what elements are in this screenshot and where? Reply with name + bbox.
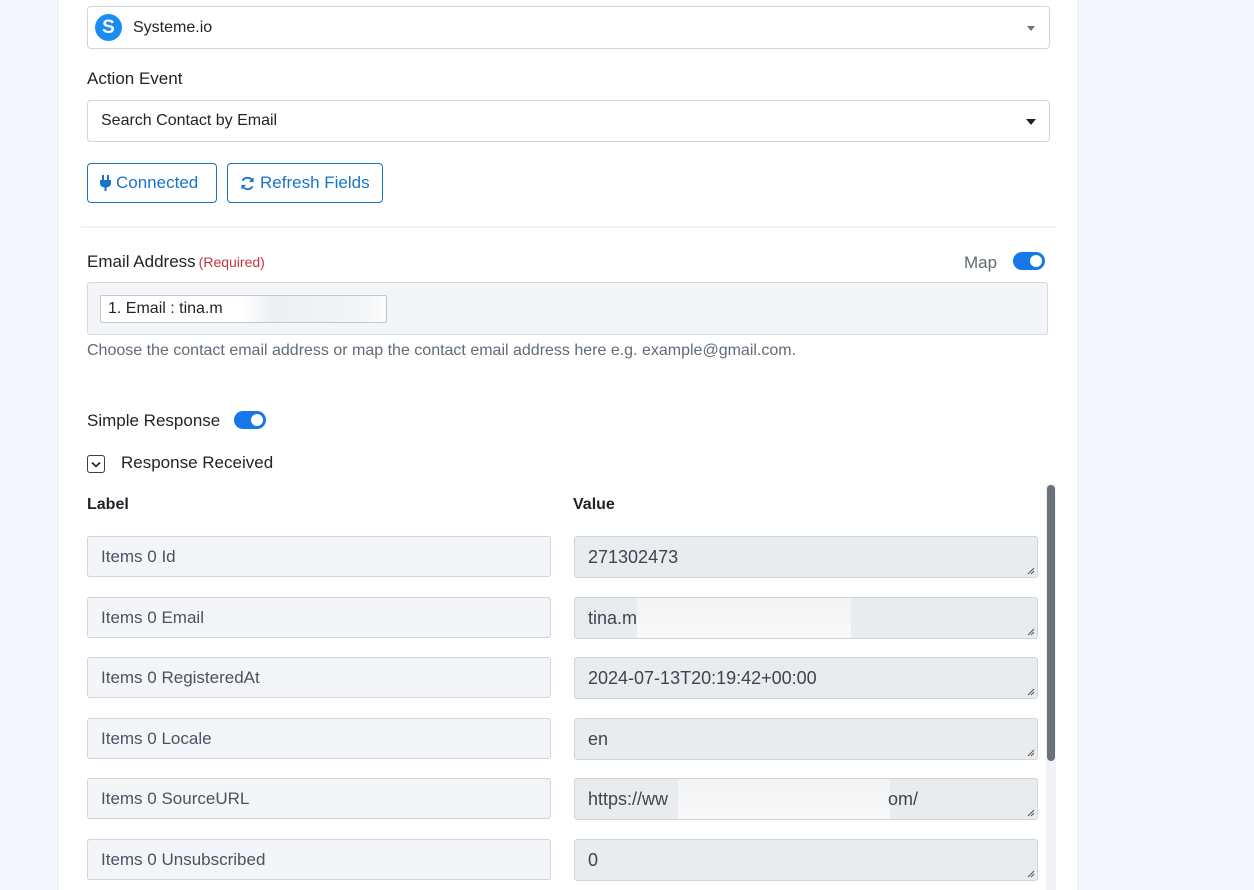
resize-handle-icon[interactable] bbox=[1026, 566, 1035, 575]
response-value-field[interactable]: 271302473 bbox=[574, 536, 1038, 578]
response-value-field[interactable]: 2024-07-13T20:19:42+00:00 bbox=[574, 657, 1038, 699]
chevron-down-icon bbox=[91, 461, 101, 468]
simple-response-label: Simple Response bbox=[87, 411, 221, 430]
chevron-down-icon bbox=[1026, 119, 1036, 125]
email-address-label-text: Email Address bbox=[87, 252, 196, 271]
resize-handle-icon[interactable] bbox=[1026, 808, 1035, 817]
connected-label: Connected bbox=[116, 173, 199, 192]
refresh-icon bbox=[241, 176, 254, 190]
value-column-header: Value bbox=[573, 496, 615, 513]
response-value-text: 271302473 bbox=[588, 547, 679, 567]
integration-card: S Systeme.io Action Event Search Contact… bbox=[57, 0, 1079, 890]
resize-handle-icon[interactable] bbox=[1026, 869, 1035, 878]
simple-response-toggle[interactable] bbox=[234, 411, 266, 429]
action-event-value: Search Contact by Email bbox=[101, 112, 278, 129]
systeme-logo-icon: S bbox=[95, 14, 122, 41]
refresh-fields-label: Refresh Fields bbox=[260, 173, 370, 192]
map-label: Map bbox=[964, 253, 998, 272]
response-received-toggle[interactable] bbox=[87, 455, 105, 473]
response-value-text: 2024-07-13T20:19:42+00:00 bbox=[588, 668, 817, 688]
response-value-field[interactable]: tina.m bbox=[574, 597, 1038, 639]
mapped-field-chip-text: 1. Email : tina.m bbox=[108, 300, 223, 317]
response-value-text: 0 bbox=[588, 850, 599, 870]
resize-handle-icon[interactable] bbox=[1026, 687, 1035, 696]
redacted-blur bbox=[243, 296, 386, 322]
response-label-field[interactable]: Items 0 RegisteredAt bbox=[87, 657, 551, 698]
response-label-field[interactable]: Items 0 Email bbox=[87, 597, 551, 638]
response-label-field[interactable]: Items 0 Unsubscribed bbox=[87, 839, 551, 880]
response-value-text: tina.m bbox=[588, 608, 638, 628]
action-event-select[interactable]: Search Contact by Email bbox=[87, 100, 1050, 142]
resize-handle-icon[interactable] bbox=[1026, 748, 1035, 757]
response-value-text: https://ww bbox=[588, 789, 669, 809]
email-map-field[interactable]: 1. Email : tina.m bbox=[87, 282, 1048, 335]
response-value-field[interactable]: 0 bbox=[574, 839, 1038, 881]
label-column-header: Label bbox=[87, 496, 129, 513]
resize-handle-icon[interactable] bbox=[1026, 627, 1035, 636]
section-divider bbox=[81, 226, 1056, 228]
response-scrollbar-thumb[interactable] bbox=[1047, 485, 1055, 761]
response-received-label: Response Received bbox=[121, 453, 274, 472]
mapped-field-chip[interactable]: 1. Email : tina.m bbox=[100, 295, 387, 323]
response-value-field[interactable]: en bbox=[574, 718, 1038, 760]
app-select[interactable]: S Systeme.io bbox=[87, 6, 1050, 49]
connected-button[interactable]: Connected bbox=[87, 163, 217, 203]
redacted-blur bbox=[678, 779, 890, 819]
map-toggle[interactable] bbox=[1013, 252, 1045, 270]
response-label-field[interactable]: Items 0 Locale bbox=[87, 718, 551, 759]
redacted-blur bbox=[637, 598, 851, 638]
required-indicator: (Required) bbox=[198, 254, 265, 270]
action-event-label: Action Event bbox=[87, 69, 183, 88]
response-label-field[interactable]: Items 0 Id bbox=[87, 536, 551, 577]
refresh-fields-button[interactable]: Refresh Fields bbox=[227, 163, 383, 203]
response-label-field[interactable]: Items 0 SourceURL bbox=[87, 778, 551, 819]
email-help-text: Choose the contact email address or map … bbox=[87, 342, 797, 359]
response-value-text: en bbox=[588, 729, 609, 749]
app-select-value: Systeme.io bbox=[133, 18, 213, 36]
plug-icon bbox=[100, 175, 111, 191]
email-address-label: Email Address (Required) bbox=[87, 252, 265, 272]
response-value-field[interactable]: https://ww om/ bbox=[574, 778, 1038, 820]
chevron-down-icon bbox=[1027, 26, 1035, 31]
response-value-suffix: om/ bbox=[888, 789, 919, 809]
